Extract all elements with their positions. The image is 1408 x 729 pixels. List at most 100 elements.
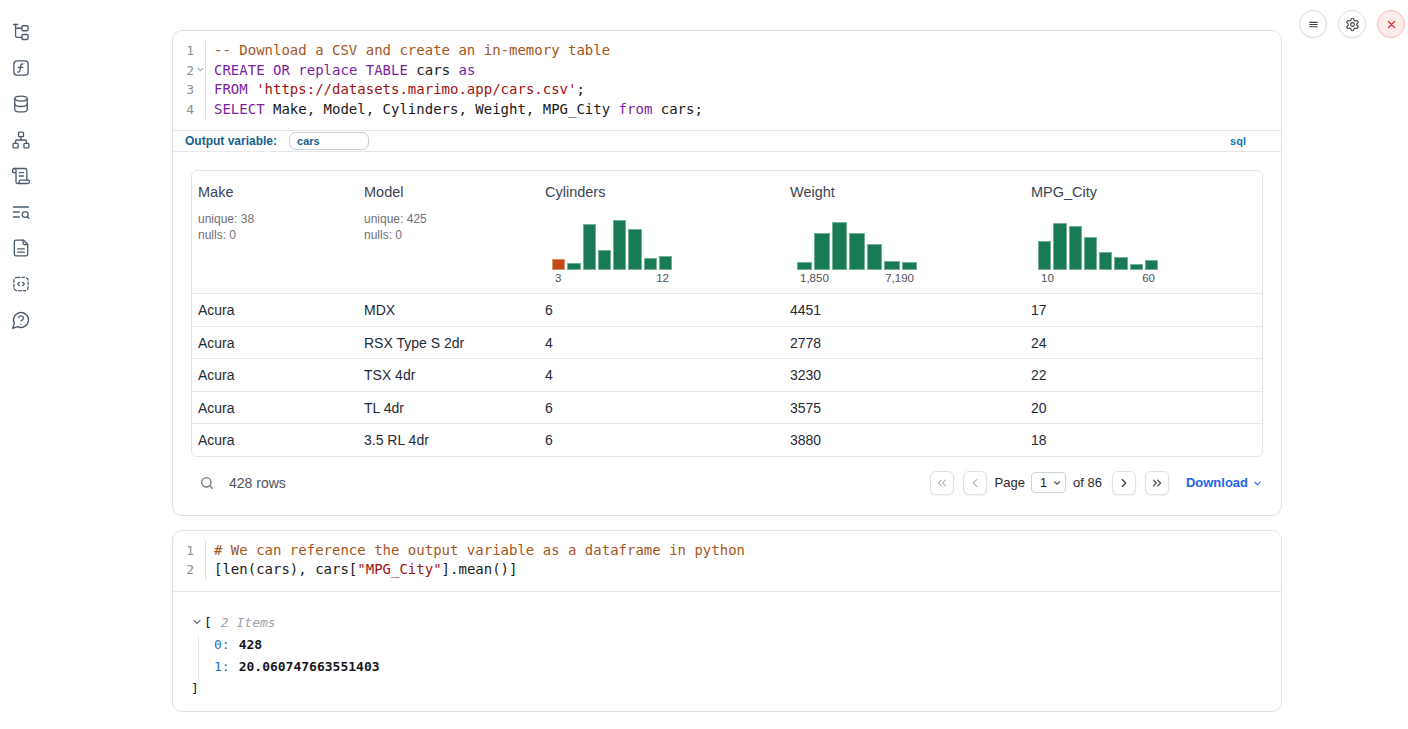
close-bracket: ] <box>191 677 1263 699</box>
table-cell: MDX <box>358 302 539 318</box>
code-line: CREATE OR replace TABLE cars as <box>214 61 703 81</box>
table-cell: 4 <box>539 335 784 351</box>
histogram-bar <box>552 259 565 270</box>
next-page-button[interactable] <box>1112 471 1136 495</box>
table-cell: RSX Type S 2dr <box>358 335 539 351</box>
histogram-bar <box>659 256 672 270</box>
column-header-model[interactable]: Model unique: 425nulls: 0 <box>358 171 539 293</box>
table-cell: Acura <box>192 335 358 351</box>
output-list-item: 0:428 <box>191 633 1263 655</box>
histogram-bar <box>1099 252 1112 270</box>
page-label: Page <box>995 475 1025 490</box>
table-cell: 6 <box>539 400 784 416</box>
download-button[interactable]: Download <box>1186 475 1263 490</box>
function-icon <box>11 58 31 78</box>
prev-page-button[interactable] <box>963 471 987 495</box>
histogram-bar <box>902 262 917 270</box>
line-number-gutter: 1234 <box>173 41 206 119</box>
column-header-mpg_city[interactable]: MPG_City1060 <box>1025 171 1262 293</box>
sidebar-scratchpad-button[interactable] <box>11 166 31 186</box>
fold-chevron-icon[interactable] <box>196 65 205 74</box>
table-cell: 6 <box>539 302 784 318</box>
table-cell: 4451 <box>784 302 1025 318</box>
python-code-editor[interactable]: 12 # We can reference the output variabl… <box>173 531 1281 591</box>
column-name: Model <box>364 184 531 200</box>
first-page-button[interactable] <box>930 471 954 495</box>
gear-icon <box>1345 17 1360 32</box>
table-cell: 3.5 RL 4dr <box>358 432 539 448</box>
output-list-item: 1: 20.060747663551403 <box>191 655 1263 677</box>
table-row: AcuraRSX Type S 2dr4277824 <box>192 326 1262 359</box>
database-icon <box>11 94 31 114</box>
sidebar-help-button[interactable] <box>11 310 31 330</box>
search-icon[interactable] <box>199 475 215 491</box>
sql-code-editor[interactable]: 1234 -- Download a CSV and create an in-… <box>173 31 1281 130</box>
collapse-chevron-icon[interactable] <box>191 616 203 628</box>
histogram-min-label: 3 <box>555 272 561 284</box>
column-header-weight[interactable]: Weight 1,8507,190 <box>784 171 1025 293</box>
sidebar-function-button[interactable] <box>11 58 31 78</box>
line-number: 1 <box>173 41 205 61</box>
sidebar-network-button[interactable] <box>11 130 31 150</box>
close-icon <box>1384 17 1399 32</box>
histogram-bar <box>598 250 611 270</box>
notebook-area: 1234 -- Download a CSV and create an in-… <box>172 30 1282 712</box>
table-row: AcuraTL 4dr6357520 <box>192 391 1262 424</box>
network-icon <box>11 130 31 150</box>
menu-button[interactable] <box>1299 10 1327 38</box>
table-row: Acura3.5 RL 4dr6388018 <box>192 423 1262 456</box>
pagination: Page 1 of 86 <box>930 471 1169 495</box>
item-key: 1: <box>214 659 230 674</box>
table-cell: 4 <box>539 367 784 383</box>
item-value: 20.060747663551403 <box>239 659 380 674</box>
table-body: AcuraMDX6445117AcuraRSX Type S 2dr427782… <box>192 293 1262 456</box>
output-variable-label: Output variable: <box>185 134 277 148</box>
sidebar-database-button[interactable] <box>11 94 31 114</box>
table-cell: 3880 <box>784 432 1025 448</box>
column-name: Weight <box>790 184 1017 200</box>
logs-search-icon <box>11 202 31 222</box>
histogram-bar <box>644 258 657 270</box>
table-cell: 3230 <box>784 367 1025 383</box>
output-variable-input[interactable] <box>289 132 369 150</box>
tree-guide-line <box>198 636 199 679</box>
column-header-make[interactable]: Makeunique: 38nulls: 0 <box>192 171 358 293</box>
line-number: 4 <box>173 100 205 120</box>
histogram-min-label: 1,850 <box>800 272 829 284</box>
code-line: -- Download a CSV and create an in-memor… <box>214 41 703 61</box>
data-table: Makeunique: 38nulls: 0 Model unique: 425nu… <box>191 170 1263 457</box>
column-stats: unique: 425nulls: 0 <box>364 211 531 243</box>
sidebar-file-tree-button[interactable] <box>11 22 31 42</box>
code-line: SELECT Make, Model, Cylinders, Weight, M… <box>214 100 703 120</box>
open-bracket: [ <box>204 615 212 630</box>
column-histogram: 1060 <box>1038 220 1158 284</box>
item-key: 0: <box>214 637 230 652</box>
histogram-bar <box>628 229 641 270</box>
settings-button[interactable] <box>1338 10 1366 38</box>
sidebar-logs-search-button[interactable] <box>11 202 31 222</box>
column-histogram: 1,8507,190 <box>797 220 917 284</box>
sidebar-documentation-button[interactable] <box>11 238 31 258</box>
left-sidebar <box>0 0 42 330</box>
column-header-cylinders[interactable]: Cylinders312 <box>539 171 784 293</box>
column-name: Cylinders <box>545 184 776 200</box>
histogram-bar <box>1084 237 1097 270</box>
histogram-bar <box>814 233 829 270</box>
table-row: AcuraMDX6445117 <box>192 293 1262 326</box>
shutdown-button[interactable] <box>1377 10 1405 38</box>
table-header-row: Makeunique: 38nulls: 0 Model unique: 425nu… <box>192 171 1262 293</box>
code-line: # We can reference the output variable a… <box>214 541 745 561</box>
page-select-value: 1 <box>1040 476 1047 490</box>
last-page-button[interactable] <box>1145 471 1169 495</box>
sidebar-snippets-button[interactable] <box>11 274 31 294</box>
table-cell: TL 4dr <box>358 400 539 416</box>
download-label: Download <box>1186 475 1248 490</box>
line-number: 2 <box>173 61 205 81</box>
page-select[interactable]: 1 <box>1031 472 1066 493</box>
chevron-down-icon <box>1252 476 1263 489</box>
code-line: [len(cars), cars["MPG_City"].mean()] <box>214 560 745 580</box>
table-cell: Acura <box>192 432 358 448</box>
column-name: Make <box>198 184 350 200</box>
table-cell: 17 <box>1025 302 1262 318</box>
table-output: Makeunique: 38nulls: 0 Model unique: 425nu… <box>173 152 1281 515</box>
